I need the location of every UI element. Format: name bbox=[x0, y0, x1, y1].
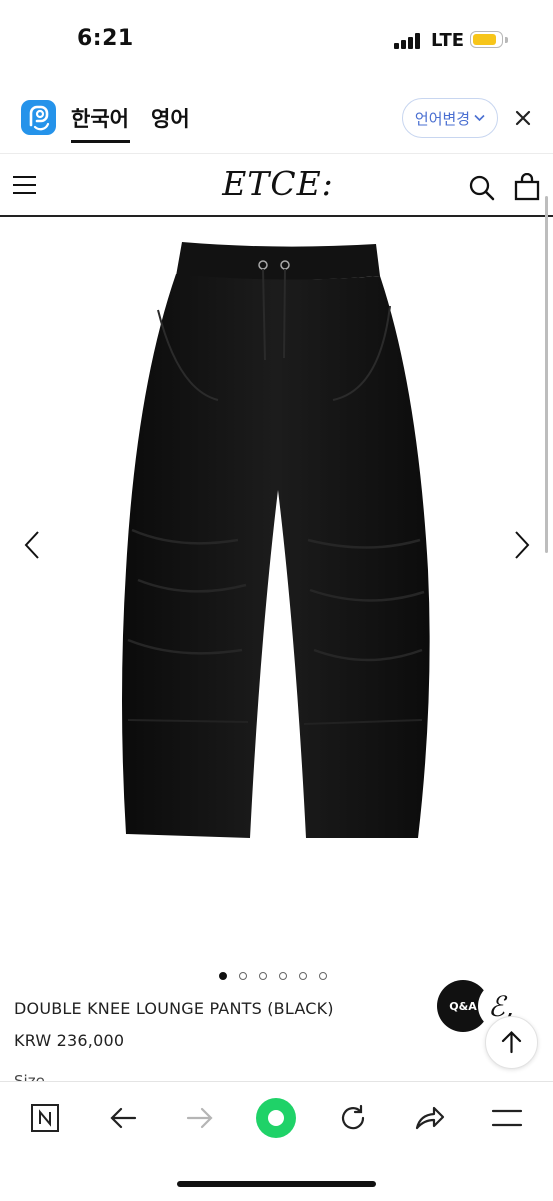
brand-logo[interactable]: ETCE: bbox=[218, 164, 338, 208]
tab-korean[interactable]: 한국어 bbox=[71, 103, 129, 133]
search-icon[interactable] bbox=[468, 174, 496, 202]
close-icon[interactable] bbox=[511, 106, 535, 130]
change-language-label: 언어변경 bbox=[414, 109, 471, 128]
pagination-dot[interactable] bbox=[239, 972, 247, 980]
share-icon[interactable] bbox=[410, 1098, 450, 1138]
cellular-signal-icon bbox=[394, 33, 422, 49]
back-arrow-icon[interactable] bbox=[103, 1098, 143, 1138]
battery-icon bbox=[470, 31, 503, 48]
gallery-pagination bbox=[219, 972, 337, 984]
home-indicator bbox=[177, 1181, 376, 1187]
menu-icon[interactable] bbox=[487, 1098, 527, 1138]
active-tab-indicator bbox=[71, 140, 130, 143]
network-type: LTE bbox=[431, 30, 465, 51]
divider bbox=[0, 153, 553, 154]
naver-n-icon[interactable] bbox=[25, 1098, 65, 1138]
battery-cap bbox=[505, 37, 508, 43]
translator-logo-icon bbox=[21, 100, 56, 135]
shopping-bag-icon[interactable] bbox=[513, 172, 541, 201]
size-section-heading: Size bbox=[14, 1072, 45, 1081]
product-name: DOUBLE KNEE LOUNGE PANTS (BLACK) bbox=[14, 999, 334, 1018]
header-divider bbox=[0, 215, 553, 217]
pagination-dot[interactable] bbox=[319, 972, 327, 980]
reload-icon[interactable] bbox=[333, 1098, 373, 1138]
change-language-button[interactable]: 언어변경 bbox=[402, 98, 498, 138]
scroll-to-top-button[interactable] bbox=[485, 1016, 538, 1069]
arrow-up-icon bbox=[501, 1030, 522, 1054]
pagination-dot[interactable] bbox=[219, 972, 227, 980]
product-image[interactable] bbox=[118, 240, 436, 840]
forward-arrow-icon[interactable] bbox=[180, 1098, 220, 1138]
menu-icon[interactable] bbox=[13, 174, 36, 196]
status-time: 6:21 bbox=[77, 26, 134, 51]
tab-english[interactable]: 영어 bbox=[151, 103, 190, 133]
chevron-down-icon bbox=[474, 114, 485, 122]
pagination-dot[interactable] bbox=[279, 972, 287, 980]
pagination-dot[interactable] bbox=[299, 972, 307, 980]
green-dot-icon[interactable] bbox=[256, 1098, 296, 1138]
next-image-arrow-icon[interactable] bbox=[512, 530, 532, 560]
product-price: KRW 236,000 bbox=[14, 1031, 125, 1050]
pagination-dot[interactable] bbox=[259, 972, 267, 980]
scrollbar[interactable] bbox=[545, 196, 548, 553]
previous-image-arrow-icon[interactable] bbox=[22, 530, 42, 560]
